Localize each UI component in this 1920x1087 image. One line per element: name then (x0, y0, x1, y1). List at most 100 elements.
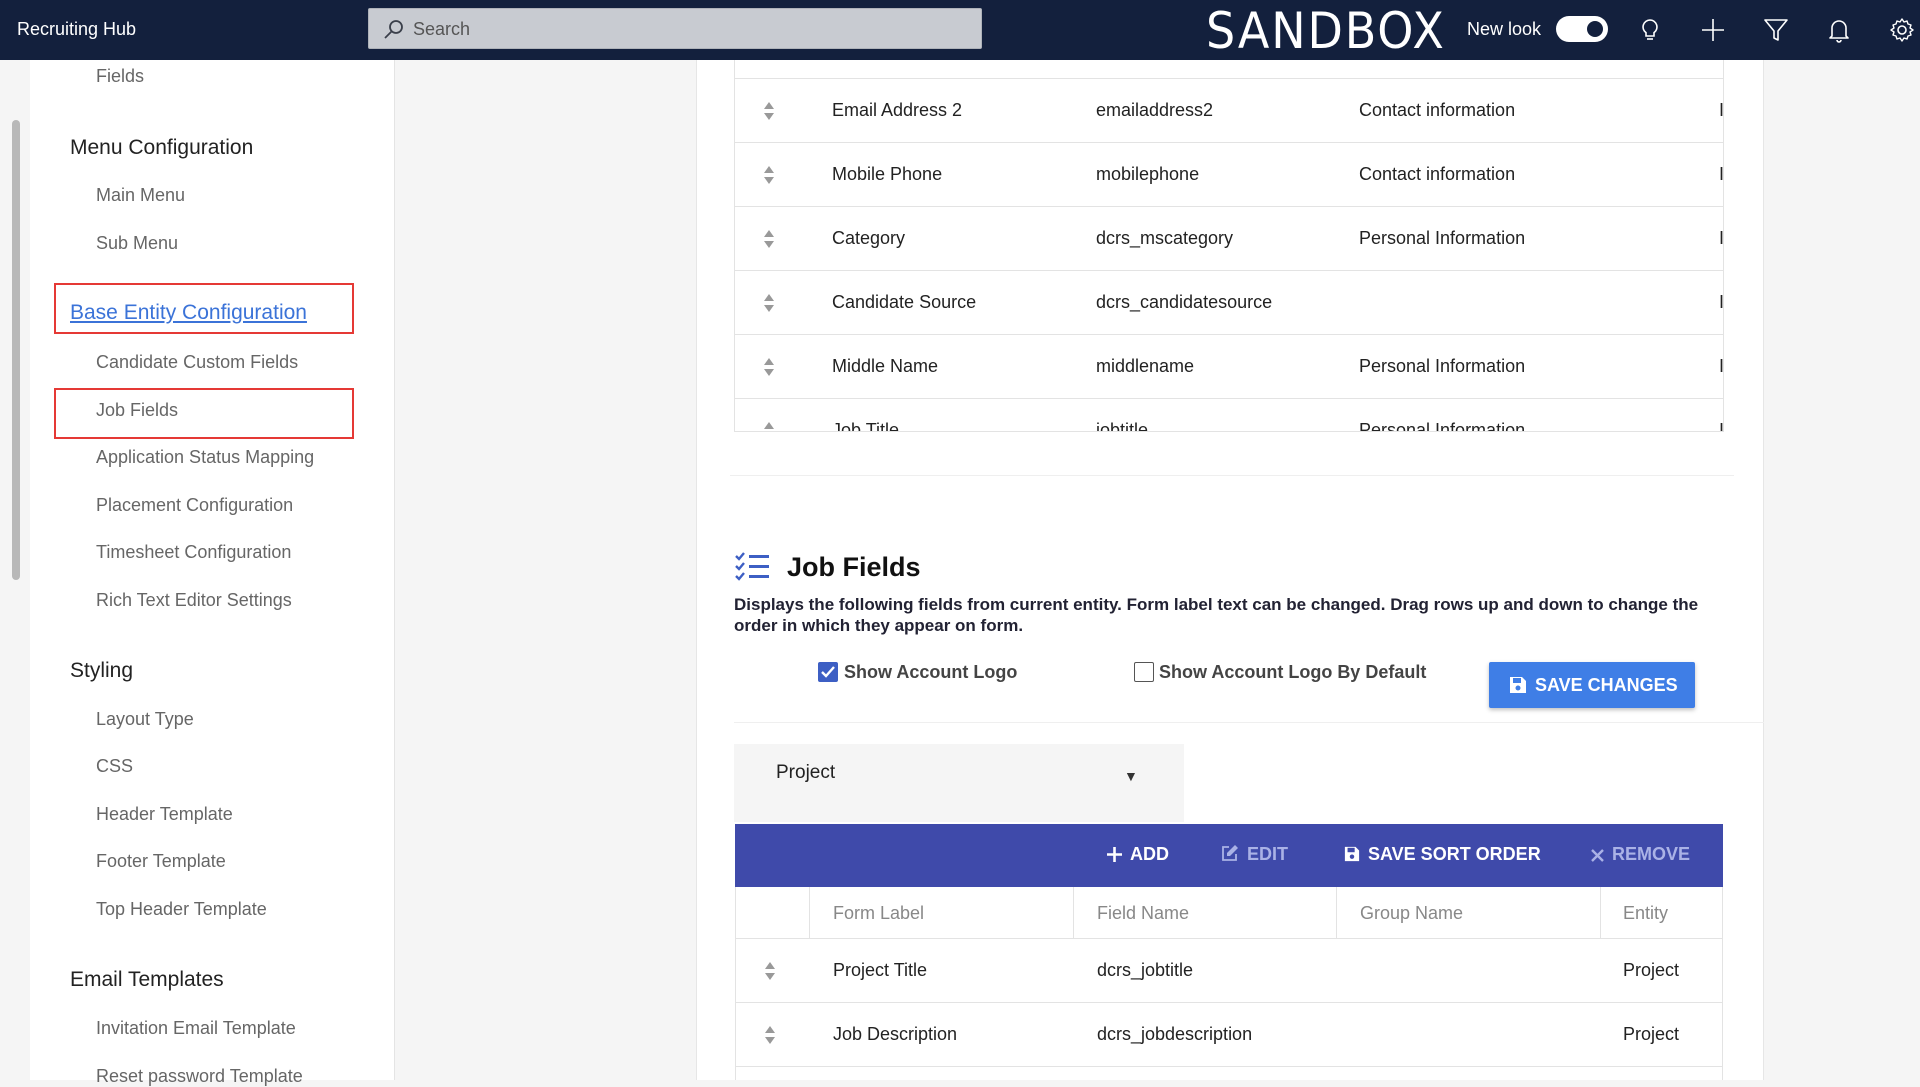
candidate-fields-table: Email Address 2 emailaddress2 Contact in… (734, 60, 1724, 432)
lightbulb-icon[interactable] (1636, 16, 1664, 44)
table-row[interactable]: Category dcrs_mscategory Personal Inform… (735, 206, 1723, 270)
show-account-logo-label[interactable]: Show Account Logo (844, 662, 1017, 683)
column-header-field-name[interactable]: Field Name (1097, 903, 1189, 924)
column-divider (1600, 887, 1601, 939)
sidebar-item-footer-template[interactable]: Footer Template (96, 851, 226, 872)
search-box[interactable] (368, 8, 982, 49)
checkmark-icon (821, 666, 835, 678)
row-field: dcrs_mscategory (1096, 228, 1234, 248)
search-icon (384, 20, 403, 39)
sidebar-item-top-header-template[interactable]: Top Header Template (96, 899, 267, 920)
column-divider (1073, 887, 1074, 939)
drag-handle-icon[interactable] (763, 165, 775, 185)
row-field: dcrs_candidatesource (1096, 292, 1273, 312)
table-row[interactable]: Candidate Source dcrs_candidatesource I (735, 270, 1723, 334)
gear-icon[interactable] (1888, 16, 1916, 44)
remove-button[interactable]: REMOVE (1591, 844, 1690, 865)
row-label: Email Address 2 (832, 100, 963, 120)
plus-icon (1107, 847, 1122, 862)
section-email-templates: Email Templates (70, 968, 224, 991)
table-row[interactable]: Job Title jobtitle Personal Information … (735, 398, 1723, 432)
sidebar-item-timesheet-configuration[interactable]: Timesheet Configuration (96, 542, 291, 563)
row-entity: I (1719, 164, 1724, 184)
drag-handle-icon[interactable] (763, 421, 775, 432)
section-styling: Styling (70, 659, 134, 682)
drag-handle-icon[interactable] (763, 229, 775, 249)
sidebar-item-application-status-mapping[interactable]: Application Status Mapping (96, 447, 314, 468)
close-icon (1591, 849, 1604, 862)
sidebar-scrollbar[interactable] (12, 120, 20, 580)
column-header-entity[interactable]: Entity (1623, 903, 1668, 924)
sidebar-item-rich-text-editor-settings[interactable]: Rich Text Editor Settings (96, 590, 292, 611)
sidebar: Fields Menu Configuration Main Menu Sub … (30, 60, 395, 1086)
section-divider (734, 722, 1764, 723)
column-header-form-label[interactable]: Form Label (833, 903, 924, 924)
drag-handle-icon[interactable] (763, 293, 775, 313)
save-sort-order-label: SAVE SORT ORDER (1368, 844, 1541, 864)
row-label: Category (832, 228, 906, 248)
drag-handle-icon[interactable] (763, 101, 775, 121)
add-label: ADD (1130, 844, 1169, 864)
save-changes-label: SAVE CHANGES (1535, 675, 1678, 695)
row-group: Personal Information (1359, 356, 1526, 376)
show-account-logo-checkbox[interactable] (818, 662, 838, 682)
grid-header: Form Label Field Name Group Name Entity (736, 887, 1722, 939)
column-divider (1336, 887, 1337, 939)
new-look-toggle[interactable] (1556, 16, 1608, 42)
drag-handle-icon[interactable] (764, 1025, 776, 1045)
entity-select-value: Project (776, 762, 836, 783)
row-label: Project Title (833, 960, 928, 980)
row-label: Job Title (832, 420, 900, 432)
show-account-logo-default-checkbox[interactable] (1134, 662, 1154, 682)
checklist-icon (735, 552, 769, 581)
sidebar-item-candidate-custom-fields[interactable]: Candidate Custom Fields (96, 352, 298, 373)
row-entity: I (1719, 356, 1724, 376)
section-description: Displays the following fields from curre… (734, 595, 1699, 635)
table-row[interactable]: Middle Name middlename Personal Informat… (735, 334, 1724, 398)
row-field: dcrs_jobdescription (1097, 1024, 1253, 1044)
row-label: Job Description (833, 1024, 958, 1044)
section-title: Job Fields (787, 552, 921, 582)
sidebar-item-invitation-email[interactable]: Invitation Email Template (96, 1018, 296, 1039)
search-input[interactable] (413, 17, 953, 41)
save-changes-button[interactable]: SAVE CHANGES (1489, 662, 1695, 708)
sidebar-item-css[interactable]: CSS (96, 756, 133, 777)
row-entity: Project (1623, 1024, 1680, 1044)
row-field: mobilephone (1096, 164, 1200, 184)
column-header-group-name[interactable]: Group Name (1360, 903, 1463, 924)
bell-icon[interactable] (1825, 16, 1853, 44)
row-label: Mobile Phone (832, 164, 943, 184)
dropdown-arrow-icon: ▼ (1124, 768, 1138, 784)
row-label: Candidate Source (832, 292, 977, 312)
sidebar-item-main-menu[interactable]: Main Menu (96, 185, 185, 206)
edit-icon (1222, 845, 1238, 861)
row-group: Personal Information (1359, 420, 1526, 432)
sidebar-item-sub-menu[interactable]: Sub Menu (96, 233, 178, 254)
drag-handle-icon[interactable] (764, 961, 776, 981)
sidebar-link-base-entity[interactable]: Base Entity Configuration (70, 301, 307, 325)
table-row[interactable]: Project Title dcrs_jobtitle Project (736, 939, 1722, 1003)
grid-toolbar: ADD EDIT SAVE SORT ORDER REMOVE (735, 824, 1723, 887)
add-button[interactable]: ADD (1107, 844, 1169, 865)
row-group: Contact information (1359, 164, 1516, 184)
table-row[interactable]: Email Address 2 emailaddress2 Contact in… (735, 78, 1723, 142)
filter-icon[interactable] (1762, 16, 1790, 44)
row-field: dcrs_jobtitle (1097, 960, 1194, 980)
sidebar-item-reset-password[interactable]: Reset password Template (96, 1066, 303, 1087)
save-sort-order-button[interactable]: SAVE SORT ORDER (1344, 844, 1541, 865)
row-field: jobtitle (1096, 420, 1149, 432)
app-title[interactable]: Recruiting Hub (17, 19, 136, 40)
show-account-logo-default-label[interactable]: Show Account Logo By Default (1159, 662, 1426, 683)
sidebar-item-layout-type[interactable]: Layout Type (96, 709, 194, 730)
plus-icon[interactable] (1699, 16, 1727, 44)
table-row[interactable]: Job Description dcrs_jobdescription Proj… (736, 1003, 1722, 1067)
table-row[interactable]: Mobile Phone mobilephone Contact informa… (735, 142, 1724, 206)
edit-button[interactable]: EDIT (1221, 844, 1288, 865)
sidebar-item-header-template[interactable]: Header Template (96, 804, 233, 825)
sidebar-item-fields[interactable]: Fields (96, 66, 144, 87)
sidebar-item-placement-configuration[interactable]: Placement Configuration (96, 495, 293, 516)
drag-handle-icon[interactable] (763, 357, 775, 377)
sidebar-item-job-fields[interactable]: Job Fields (96, 400, 178, 421)
top-bar: Recruiting Hub SANDBOX New look (0, 0, 1920, 60)
entity-select[interactable]: Project ▼ (734, 744, 1184, 822)
